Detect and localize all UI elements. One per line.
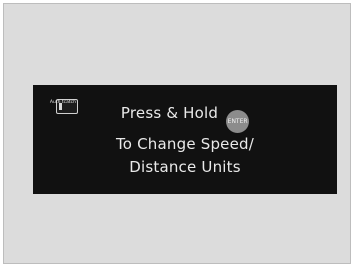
instruction-message: Press & Hold ENTER To Change Speed/ Dist… xyxy=(33,102,337,179)
press-hold-text: Press & Hold xyxy=(120,104,219,122)
message-line-2: To Change Speed/ xyxy=(115,135,255,153)
message-line-1: Press & Hold ENTER xyxy=(33,102,337,133)
info-display: Auth tcatch Press & Hold ENTER To Change… xyxy=(33,85,337,194)
screen-frame: Auth tcatch Press & Hold ENTER To Change… xyxy=(3,3,351,264)
message-line-3: Distance Units xyxy=(129,158,241,176)
enter-button-icon: ENTER xyxy=(226,110,250,133)
